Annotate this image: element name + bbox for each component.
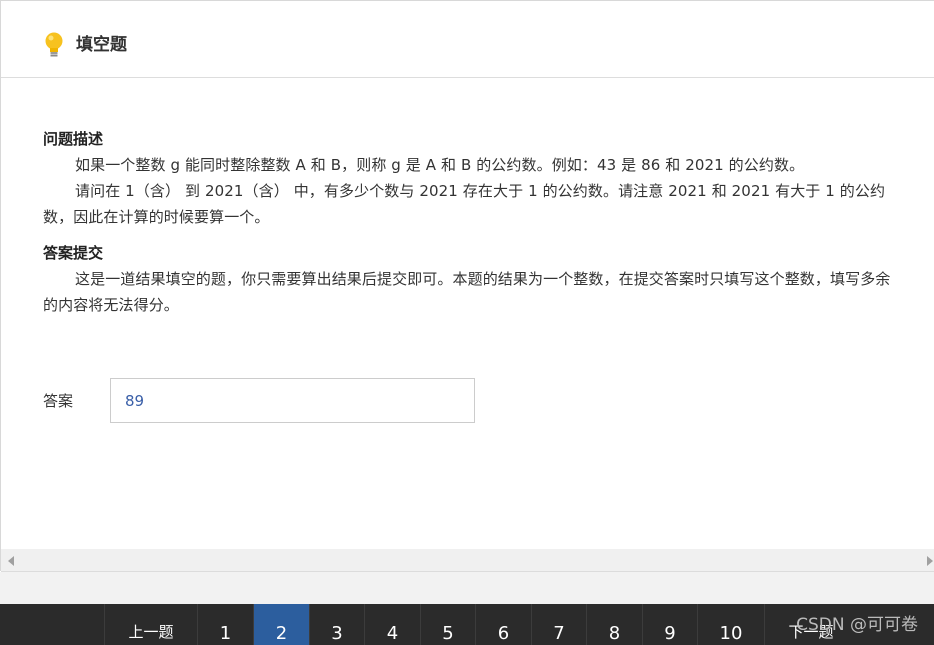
problem-paragraph-2: 请问在 1（含） 到 2021（含） 中，有多少个数与 2021 存在大于 1 …: [43, 182, 886, 226]
answer-input[interactable]: [110, 378, 475, 423]
problem-paragraph-1: 如果一个整数 g 能同时整除整数 A 和 B，则称 g 是 A 和 B 的公约数…: [75, 156, 805, 174]
watermark: CSDN @可可卷: [796, 615, 918, 635]
page-button-8[interactable]: 8: [586, 604, 642, 645]
page-button-3[interactable]: 3: [309, 604, 364, 645]
scroll-right-icon[interactable]: [927, 556, 933, 566]
page-button-1[interactable]: 1: [197, 604, 253, 645]
lightbulb-icon: [45, 32, 63, 57]
spacer: [0, 572, 934, 604]
page-button-9[interactable]: 9: [642, 604, 697, 645]
answer-label: 答案: [43, 392, 74, 410]
scroll-left-icon[interactable]: [8, 556, 14, 566]
prev-question-button[interactable]: 上一题: [104, 604, 197, 645]
panel-header: 填空题: [1, 1, 934, 78]
submit-heading: 答案提交: [43, 244, 104, 262]
page-title: 填空题: [76, 35, 127, 55]
page-button-5[interactable]: 5: [420, 604, 475, 645]
page-button-6[interactable]: 6: [475, 604, 531, 645]
page-button-4[interactable]: 4: [364, 604, 420, 645]
horizontal-scrollbar[interactable]: [1, 549, 934, 572]
question-nav-bar: 上一题 1 2 3 4 5 6 7 8 9 10 下一题: [0, 604, 934, 645]
problem-heading: 问题描述: [43, 130, 104, 148]
submit-paragraph: 这是一道结果填空的题，你只需要算出结果后提交即可。本题的结果为一个整数，在提交答…: [43, 270, 891, 314]
page-button-7[interactable]: 7: [531, 604, 586, 645]
page-button-2[interactable]: 2: [253, 604, 309, 645]
page-button-10[interactable]: 10: [697, 604, 764, 645]
question-panel: 填空题 问题描述 如果一个整数 g 能同时整除整数 A 和 B，则称 g 是 A…: [0, 0, 934, 572]
